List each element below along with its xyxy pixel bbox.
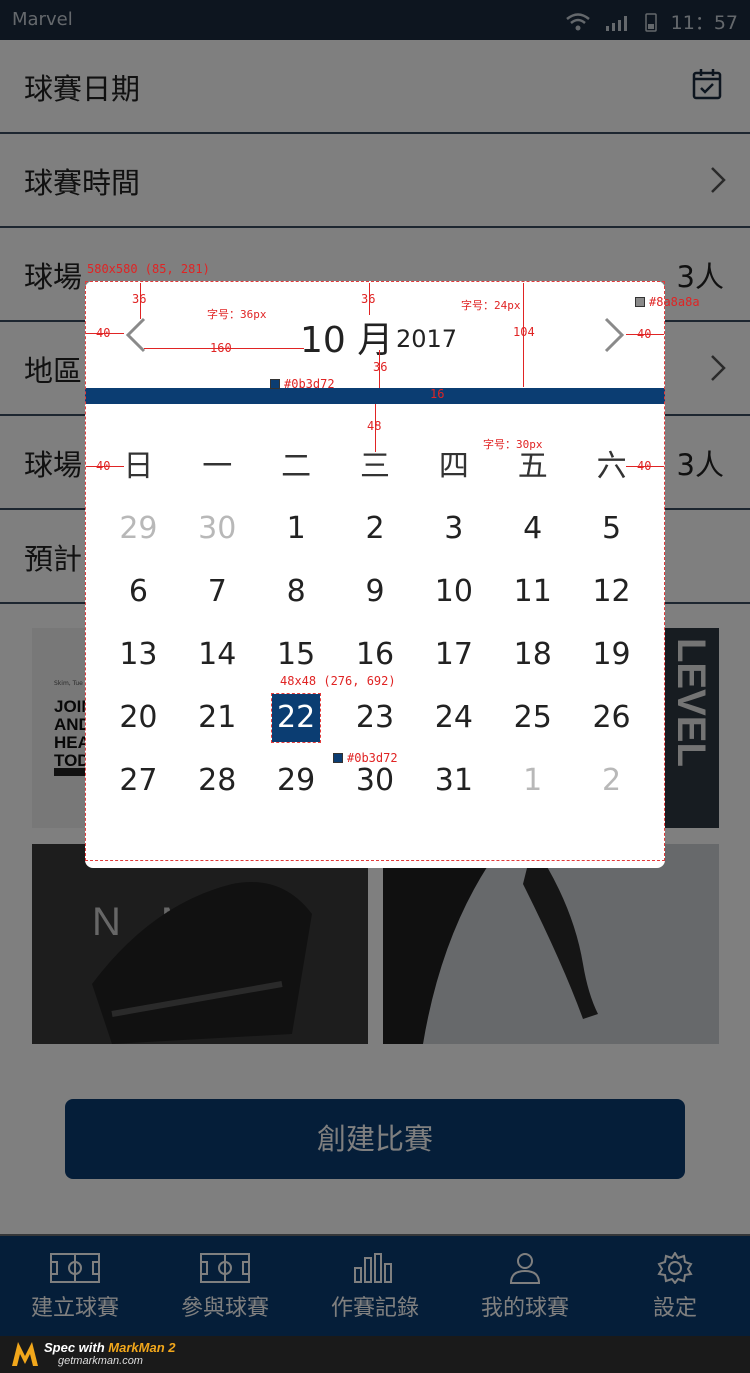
day-cell[interactable]: 24 [414, 686, 493, 749]
day-cell[interactable]: 10 [414, 560, 493, 623]
spec-height-104: 104 [513, 325, 535, 339]
weekday-label: 一 [202, 449, 233, 484]
day-cell[interactable]: 26 [572, 686, 651, 749]
day-cell[interactable]: 21 [178, 686, 257, 749]
day-cell[interactable]: 30 [178, 497, 257, 560]
markman-footer: Spec with MarkMan 2 getmarkman.com [0, 1336, 750, 1373]
day-cell[interactable]: 6 [99, 560, 178, 623]
markman-logo [12, 1342, 38, 1366]
day-cell[interactable]: 3 [414, 497, 493, 560]
day-cell[interactable]: 31 [414, 749, 493, 812]
day-cell[interactable]: 7 [178, 560, 257, 623]
day-cell[interactable]: 4 [493, 497, 572, 560]
weekday-label: 三 [359, 449, 390, 484]
day-cell[interactable]: 17 [414, 623, 493, 686]
day-cell[interactable]: 12 [572, 560, 651, 623]
day-cell[interactable]: 27 [99, 749, 178, 812]
markman-url: getmarkman.com [58, 1355, 143, 1367]
day-cell[interactable]: 23 [336, 686, 415, 749]
weekday-row: 日 一 二 三 四 五 六 [99, 447, 651, 487]
day-cell[interactable]: 1 [257, 497, 336, 560]
spec-modal-size: 580x580 (85, 281) [87, 262, 210, 276]
markman-title: Spec with MarkMan 2 [44, 1340, 176, 1355]
day-cell[interactable]: 11 [493, 560, 572, 623]
spec-margin-36-bottom: 36 [373, 360, 388, 374]
day-cell[interactable]: 14 [178, 623, 257, 686]
spec-margin-36: 36 [132, 292, 147, 306]
spec-margin-160: 160 [210, 341, 232, 355]
selected-day-marker: 22 [271, 692, 322, 743]
day-cell[interactable]: 29 [257, 749, 336, 812]
header-divider-bar [85, 388, 665, 404]
spec-selected-size: 48x48 (276, 692) [280, 674, 396, 688]
spec-margin-40-right: 40 [637, 327, 652, 341]
day-cell[interactable]: 2 [336, 497, 415, 560]
day-cell[interactable]: 8 [257, 560, 336, 623]
day-cell[interactable]: 29 [99, 497, 178, 560]
chevron-right-icon[interactable] [603, 317, 625, 353]
day-cell[interactable]: 9 [336, 560, 415, 623]
day-cell-selected[interactable]: 22 [257, 686, 336, 749]
day-cell[interactable]: 1 [493, 749, 572, 812]
spec-color-selected: #0b3d72 [333, 751, 398, 765]
spec-height-16: 16 [430, 387, 445, 401]
day-cell[interactable]: 28 [178, 749, 257, 812]
spec-font-30: 字号：30px [483, 438, 543, 451]
day-cell[interactable]: 2 [572, 749, 651, 812]
day-cell[interactable]: 5 [572, 497, 651, 560]
spec-margin-48: 48 [367, 419, 382, 433]
spec-margin-36-top: 36 [361, 292, 376, 306]
weekday-label: 五 [517, 449, 548, 484]
day-cell[interactable]: 18 [493, 623, 572, 686]
calendar-year: 2017 [396, 325, 458, 353]
spec-color-arrow: #8a8a8a [635, 295, 700, 309]
spec-margin-40-weekday-right: 40 [637, 459, 652, 473]
day-cell[interactable]: 13 [99, 623, 178, 686]
weekday-label: 四 [438, 449, 469, 484]
spec-font-36: 字号：36px [207, 308, 267, 321]
day-cell[interactable]: 19 [572, 623, 651, 686]
spec-font-24: 字号：24px [461, 299, 521, 312]
spec-color-bar: #0b3d72 [270, 377, 335, 391]
spec-margin-40-weekday-left: 40 [96, 459, 111, 473]
weekday-label: 二 [281, 449, 312, 484]
weekday-label: 日 [123, 449, 154, 484]
day-cell[interactable]: 20 [99, 686, 178, 749]
day-cell[interactable]: 25 [493, 686, 572, 749]
spec-margin-40-left: 40 [96, 326, 111, 340]
